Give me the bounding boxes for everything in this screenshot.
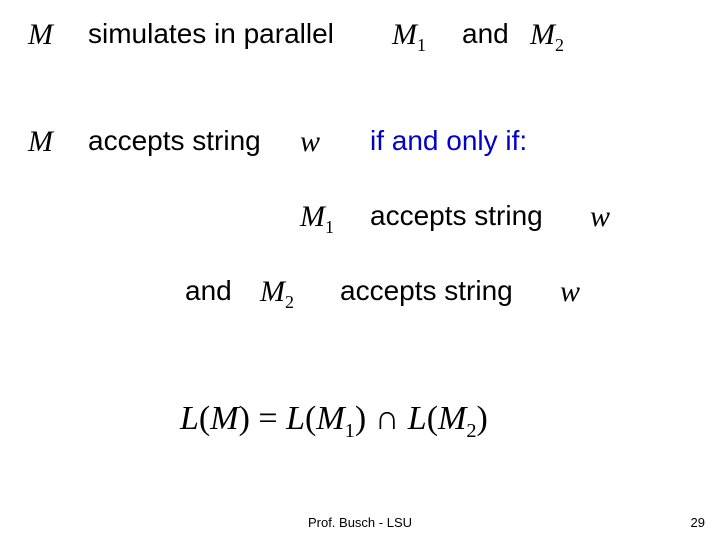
sym-M1-b: M1 xyxy=(300,200,334,238)
sym-M-b: M xyxy=(28,125,53,159)
text-accepts-string-3: accepts string xyxy=(340,275,513,307)
formula: L(M) = L(M1) ∩ L(M2) xyxy=(180,400,488,443)
sym-M: M xyxy=(28,18,53,52)
sym-w-1: w xyxy=(300,125,320,159)
sym-M2-b: M2 xyxy=(260,275,294,313)
page-number: 29 xyxy=(691,515,705,530)
sym-M2: M2 xyxy=(530,18,564,56)
text-accepts-string-2: accepts string xyxy=(370,200,543,232)
text-accepts-string-1: accepts string xyxy=(88,125,261,157)
footer-text: Prof. Busch - LSU xyxy=(0,515,720,530)
sym-w-2: w xyxy=(590,200,610,234)
text-and-2: and xyxy=(185,275,232,307)
slide: M simulates in parallel M1 and M2 M acce… xyxy=(0,0,720,540)
text-iff: if and only if: xyxy=(370,125,527,157)
text-and-1: and xyxy=(462,18,509,50)
sym-M1: M1 xyxy=(392,18,426,56)
sym-w-3: w xyxy=(560,275,580,309)
text-simulates: simulates in parallel xyxy=(88,18,334,50)
